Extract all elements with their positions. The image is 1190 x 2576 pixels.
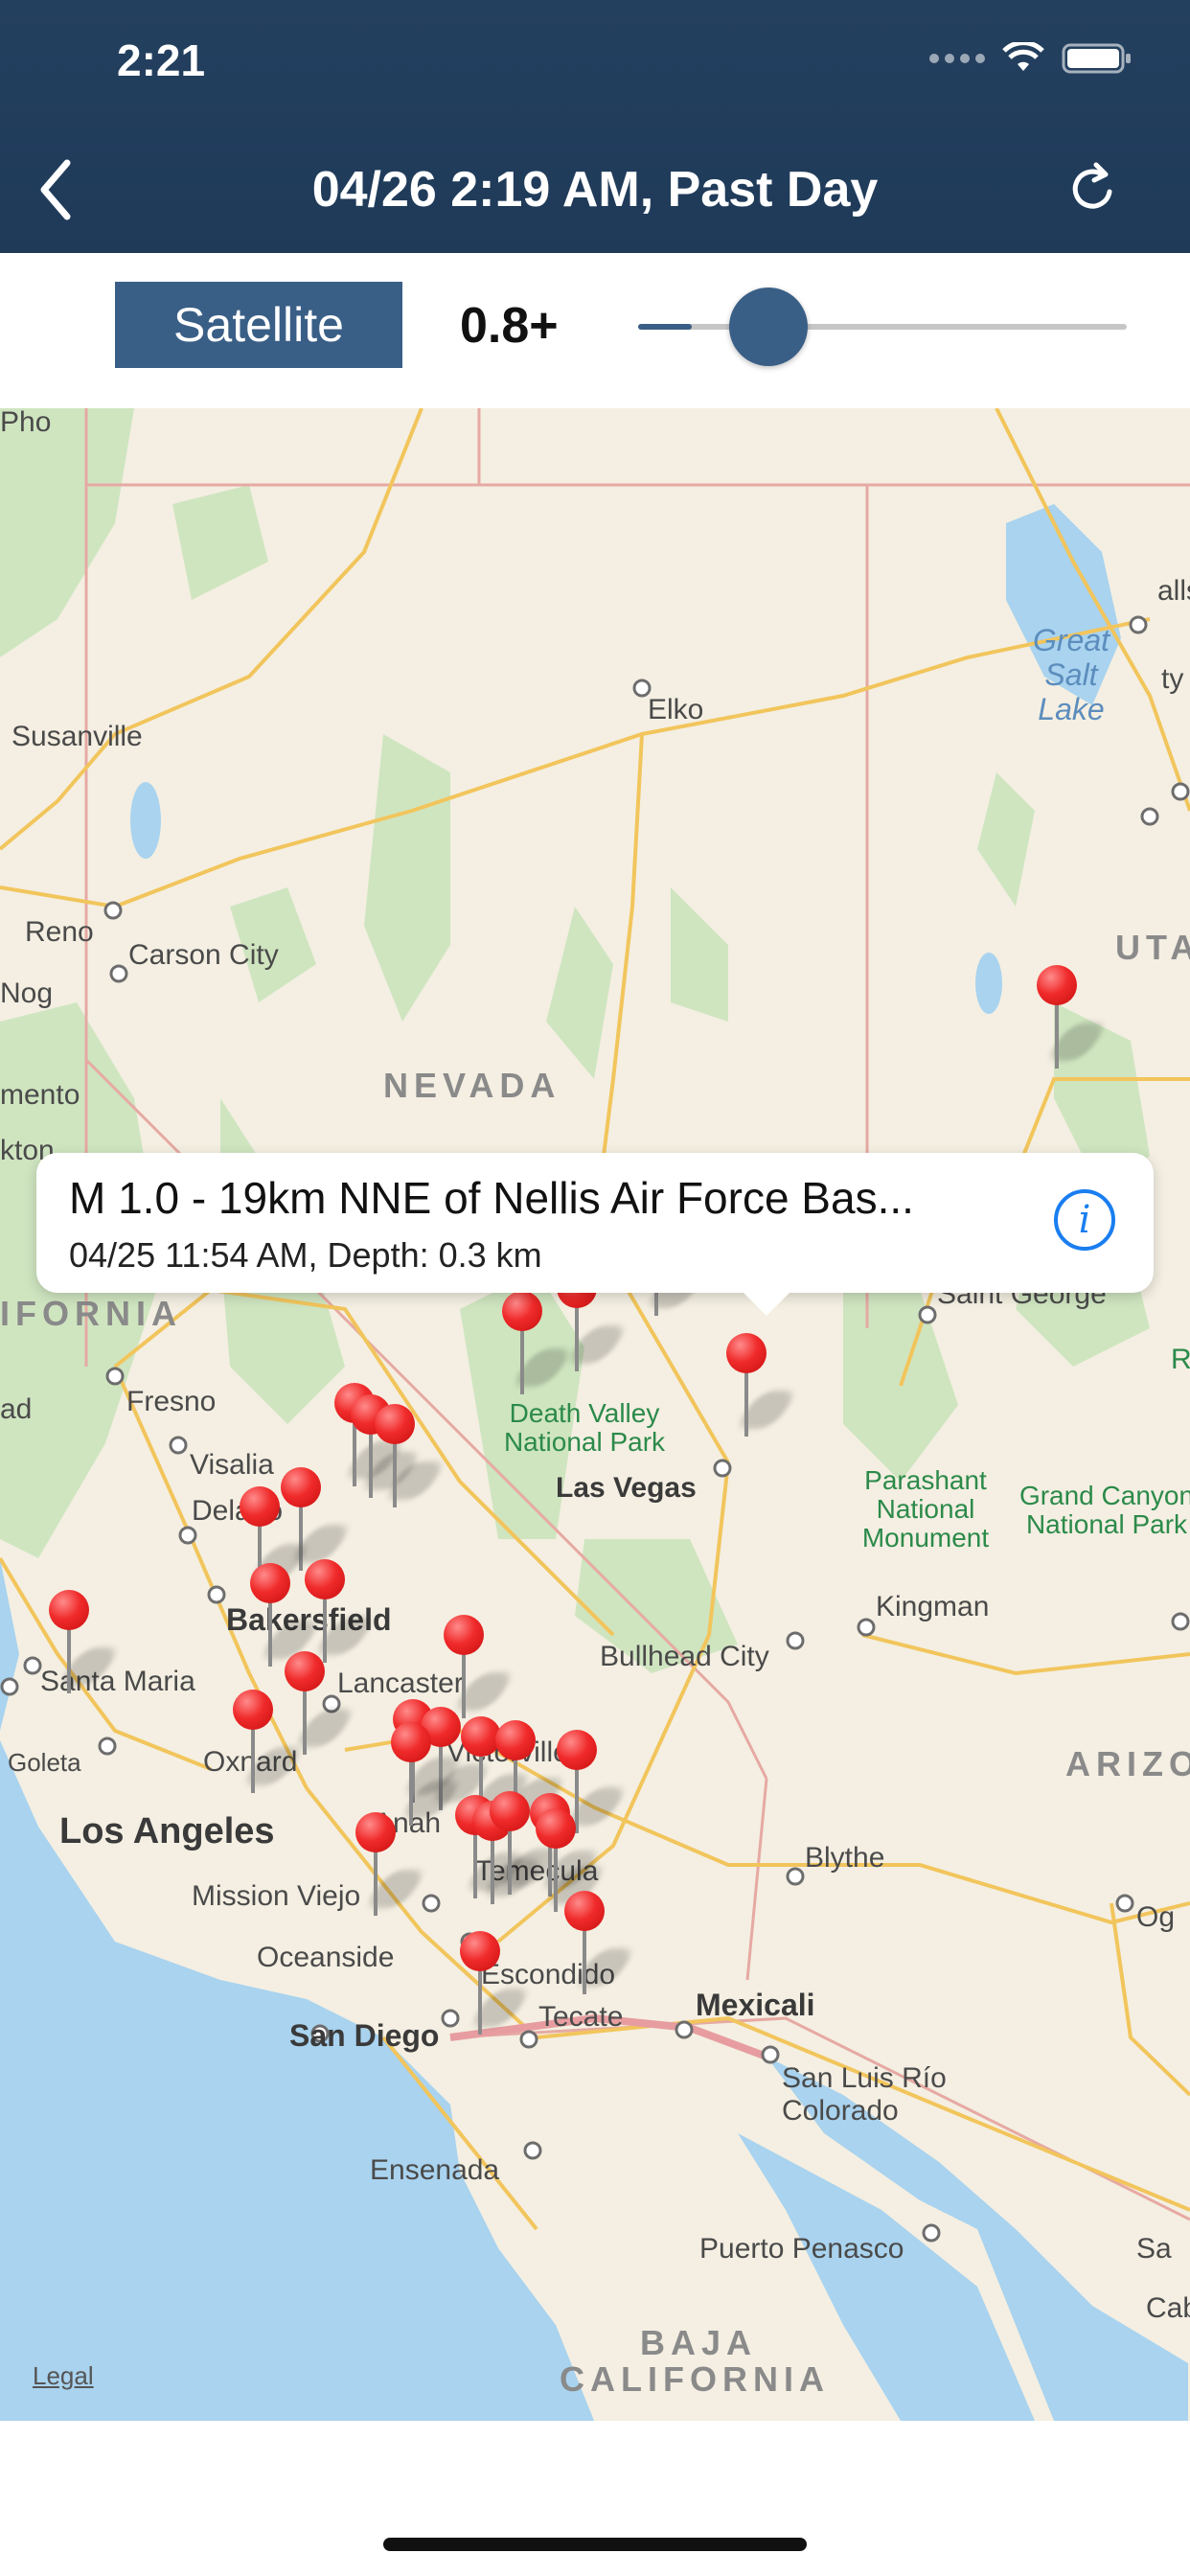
earthquake-pin[interactable] <box>391 1722 465 1828</box>
earthquake-pin[interactable] <box>460 1931 534 2036</box>
map-label: Puerto Penasco <box>699 2233 904 2265</box>
map-label: San Diego <box>289 2018 440 2053</box>
magnitude-slider[interactable] <box>638 288 1127 366</box>
nav-header: 2:21 04/26 2:19 AM, Past Day <box>0 0 1190 253</box>
filter-controls: Satellite 0.8+ <box>0 253 1190 408</box>
map-label: Kingman <box>876 1591 990 1622</box>
refresh-button[interactable] <box>1062 157 1123 218</box>
park-label: Death Valley National Park <box>503 1398 666 1457</box>
map-label: Elko <box>648 694 704 725</box>
home-indicator <box>383 2538 807 2551</box>
state-label: BAJA <box>640 2323 758 2362</box>
status-indicators <box>929 42 1133 75</box>
earthquake-pin[interactable] <box>1037 965 1110 1070</box>
battery-icon <box>1062 42 1133 75</box>
park-label: Grand Canyon National Park <box>1018 1481 1190 1539</box>
map-label: Cabo <box>1146 2292 1190 2324</box>
park-label: Parashant National Monument <box>861 1465 990 1552</box>
page-title: 04/26 2:19 AM, Past Day <box>311 162 879 218</box>
callout-subtitle: 04/25 11:54 AM, Depth: 0.3 km <box>69 1235 542 1275</box>
map-type-button[interactable]: Satellite <box>115 282 402 368</box>
state-label: NEVADA <box>383 1066 561 1105</box>
map-label: Sa <box>1136 2233 1172 2265</box>
map-label: Oceanside <box>257 1942 395 1973</box>
status-time: 2:21 <box>117 35 206 85</box>
map-label: Nog <box>0 978 54 1009</box>
map-label: Tecate <box>538 2001 624 2033</box>
map-label: Fresno <box>126 1386 217 1417</box>
earthquake-pin[interactable] <box>502 1291 576 1396</box>
earthquake-pin[interactable] <box>726 1333 800 1438</box>
earthquake-pin[interactable] <box>564 1891 638 1996</box>
earthquake-pin[interactable] <box>490 1791 563 1897</box>
state-label: CALIFORNIA <box>560 2359 830 2399</box>
map-label: Og <box>1136 1901 1176 1933</box>
map-label: Ensenada <box>370 2154 500 2186</box>
map-label: mento <box>0 1079 80 1111</box>
info-button[interactable]: i <box>1054 1189 1115 1251</box>
map-label: Blythe <box>805 1842 885 1874</box>
map-label: Mission Viejo <box>192 1880 361 1912</box>
state-label: UTA <box>1115 928 1190 967</box>
map-label: Visalia <box>190 1449 274 1481</box>
callout-title: M 1.0 - 19km NNE of Nellis Air Force Bas… <box>69 1173 914 1223</box>
earthquake-pin[interactable] <box>285 1651 358 1757</box>
info-icon: i <box>1078 1198 1091 1242</box>
map-label: Los Angeles <box>59 1811 275 1852</box>
state-label: ARIZO <box>1065 1744 1190 1783</box>
earthquake-pin[interactable] <box>355 1812 429 1918</box>
refresh-icon <box>1072 162 1112 209</box>
slider-fill <box>638 324 693 330</box>
map-label: San Luis Río Colorado <box>782 2062 947 2127</box>
map-label: ad <box>0 1393 33 1425</box>
map-label: Bullhead City <box>600 1641 769 1672</box>
map-label: Las Vegas <box>556 1472 697 1504</box>
map-label: alls <box>1157 575 1190 607</box>
wifi-icon <box>1002 42 1044 75</box>
earthquake-pin[interactable] <box>375 1404 448 1509</box>
signal-icon <box>929 54 985 63</box>
map-label: Carson City <box>128 939 279 971</box>
earthquake-pin[interactable] <box>233 1690 307 1795</box>
map-view[interactable]: Pho Elko Susanville Reno Carson City Nog… <box>0 408 1190 2421</box>
map-label: Susanville <box>11 721 143 752</box>
map-label: ty <box>1161 663 1184 695</box>
map-label: Pho <box>0 408 52 438</box>
earthquake-pin[interactable] <box>444 1615 517 1720</box>
slider-thumb[interactable] <box>729 288 809 366</box>
legal-link[interactable]: Legal <box>33 2361 94 2391</box>
earthquake-pin[interactable] <box>49 1590 123 1695</box>
map-label: Mexicali <box>696 1988 815 2022</box>
map-label: Reno <box>25 916 94 948</box>
water-label: Great Salt Lake <box>1032 623 1110 726</box>
earthquake-pin[interactable] <box>305 1559 378 1665</box>
earthquake-callout[interactable]: M 1.0 - 19km NNE of Nellis Air Force Bas… <box>36 1153 1154 1316</box>
magnitude-label: 0.8+ <box>460 298 559 354</box>
map-label: Ro <box>1171 1344 1190 1375</box>
state-label: IFORNIA <box>0 1294 182 1333</box>
map-label: Goleta <box>8 1748 81 1777</box>
